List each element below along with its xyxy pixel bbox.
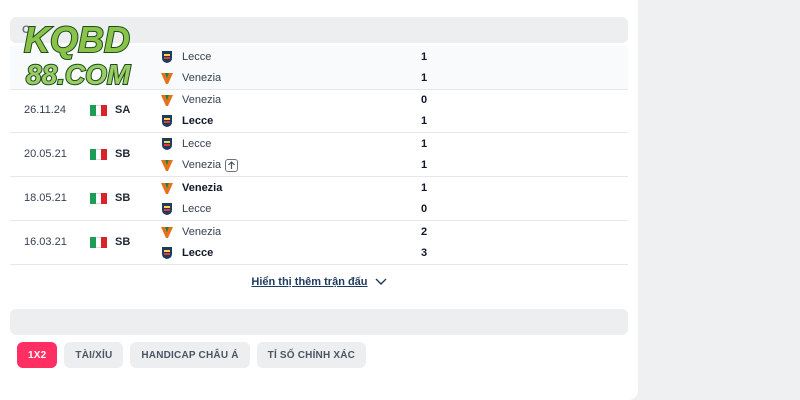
team-name: Lecce [182, 138, 212, 150]
odds-tabs: 1X2 TÀI/XỈU HANDICAP CHÂU Á TỈ SỐ CHÍNH XÁC [17, 342, 367, 368]
venezia-crest-icon [160, 93, 174, 107]
venezia-crest-icon [160, 71, 174, 85]
lecce-crest-icon [160, 246, 174, 260]
team-name: Venezia [182, 182, 223, 194]
score-home: 1 [420, 138, 428, 150]
tab-t-i-x-u[interactable]: TÀI/XỈU [64, 342, 124, 368]
head-to-head-panel: C KQBD 88.COM Lecce Venezia 1 1 26.11.24 SA Ve… [0, 0, 638, 400]
team-name: Venezia [182, 94, 222, 106]
kqbd88-logo: KQBD 88.COM [23, 18, 132, 91]
team-entry: Venezia [160, 224, 221, 240]
team-entry: Lecce [160, 201, 211, 217]
team-entry: Lecce [160, 245, 213, 261]
svg-text:88.COM: 88.COM [26, 59, 131, 90]
team-name: Lecce [182, 247, 214, 259]
team-entry: Venezia [160, 92, 221, 108]
venezia-crest-icon [160, 225, 174, 239]
league-code: SB [115, 236, 131, 248]
lecce-crest-icon [160, 50, 174, 64]
match-row[interactable]: 20.05.21 SB Lecce Venezia 1 1 [10, 133, 628, 177]
score-away: 1 [420, 115, 428, 127]
league-code: SB [115, 192, 131, 204]
score-away: 1 [420, 159, 428, 171]
team-entry: Lecce [160, 136, 211, 152]
lecce-crest-icon [160, 114, 174, 128]
league-code: SB [115, 148, 131, 160]
venezia-crest-icon [160, 158, 174, 172]
score-home: 1 [420, 182, 428, 194]
match-date: 26.11.24 [24, 104, 67, 116]
tab-t-s-ch-nh-x-c[interactable]: TỈ SỐ CHÍNH XÁC [256, 342, 367, 368]
team-name: Venezia [182, 72, 222, 84]
score-home: 1 [420, 51, 428, 63]
italy-flag-icon [90, 149, 108, 160]
svg-text:KQBD: KQBD [24, 19, 130, 60]
lecce-crest-icon [160, 202, 174, 216]
promotion-arrow-icon [225, 158, 239, 172]
italy-flag-icon [90, 105, 108, 116]
team-entry: Lecce [160, 113, 213, 129]
team-entry: Lecce [160, 49, 211, 65]
team-entry: Venezia [160, 157, 239, 173]
team-name: Lecce [182, 115, 214, 127]
league-code: SA [115, 104, 131, 116]
lecce-crest-icon [160, 137, 174, 151]
score-away: 0 [420, 203, 428, 215]
match-row[interactable]: 16.03.21 SB Venezia Lecce 2 3 [10, 221, 628, 265]
team-entry: Venezia [160, 180, 222, 196]
venezia-crest-icon [160, 181, 174, 195]
show-more-matches-link[interactable]: Hiển thị thêm trận đấu [0, 276, 638, 288]
match-date: 20.05.21 [24, 148, 67, 160]
tab-1x2[interactable]: 1X2 [17, 342, 58, 368]
chevron-down-icon [375, 278, 387, 286]
match-date: 18.05.21 [24, 192, 67, 204]
team-name: Lecce [182, 51, 212, 63]
score-away: 1 [420, 72, 428, 84]
team-name: Venezia [182, 159, 222, 171]
match-row[interactable]: 26.11.24 SA Venezia Lecce 0 1 [10, 89, 628, 133]
team-name: Lecce [182, 203, 212, 215]
match-row[interactable]: 18.05.21 SB Venezia Lecce 1 0 [10, 177, 628, 221]
tab-handicap-ch-u-[interactable]: HANDICAP CHÂU Á [130, 342, 250, 368]
score-home: 0 [420, 94, 428, 106]
score-home: 2 [420, 226, 428, 238]
italy-flag-icon [90, 237, 108, 248]
show-more-label: Hiển thị thêm trận đấu [251, 276, 368, 288]
team-name: Venezia [182, 226, 222, 238]
section-divider-bar [10, 309, 628, 335]
team-entry: Venezia [160, 70, 221, 86]
match-date: 16.03.21 [24, 236, 67, 248]
score-away: 3 [420, 247, 428, 259]
italy-flag-icon [90, 193, 108, 204]
